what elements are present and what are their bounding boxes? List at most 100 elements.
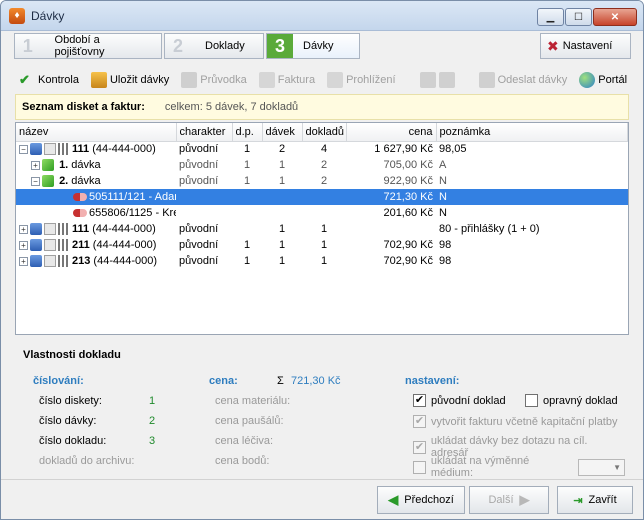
table-row[interactable]: +213 (44-444-000) původní 1 1 1 702,90 K…	[16, 253, 628, 269]
dp-cell: 1	[243, 239, 251, 251]
batch-grid[interactable]: název charakter d.p. dávek dokladů cena …	[15, 122, 629, 335]
expand-icon[interactable]: +	[19, 256, 28, 266]
send-icon	[478, 72, 495, 88]
flat-price-label: cena paušálů:	[215, 415, 284, 427]
poznamka-cell: 80 - přihlášky (1 + 0)	[439, 223, 540, 235]
step-davky[interactable]: 3 Dávky	[266, 33, 360, 59]
portal-label: Portál	[598, 74, 628, 86]
portal-button[interactable]: Portál	[579, 72, 627, 88]
document-number-label: číslo dokladu:	[39, 435, 107, 447]
cena-cell: 702,90 Kč	[383, 255, 433, 267]
cena-cell: 721,30 Kč	[346, 189, 436, 205]
disk-icon	[30, 223, 42, 236]
batch-number-label: číslo dávky:	[39, 415, 97, 427]
grid-header: název charakter d.p. dávek dokladů cena …	[16, 123, 628, 142]
tools-icon: ✖	[547, 37, 559, 54]
poznamka-cell: N	[439, 207, 447, 219]
network-icon	[58, 255, 70, 268]
media-select[interactable]: ▼	[577, 458, 625, 476]
faktura-button[interactable]: Faktura	[258, 72, 315, 88]
archive-count-label: dokladů do archivu:	[39, 455, 135, 467]
cena-cell: 922,90 Kč	[383, 175, 433, 187]
chevron-down-icon: ▼	[613, 462, 621, 472]
step-number: 1	[22, 35, 33, 56]
table-row[interactable]: +111 (44-444-000) původní 1 1 80 - přihl…	[16, 221, 628, 237]
col-dp[interactable]: d.p.	[232, 123, 263, 142]
kontrola-label: Kontrola	[38, 74, 79, 86]
expand-icon[interactable]: +	[19, 240, 28, 250]
poznamka-cell: 98	[439, 239, 452, 251]
table-row[interactable]: − 111 (44-444-000) původní 1 2 4 1 627,90…	[16, 141, 628, 157]
properties-title: Vlastnosti dokladu	[23, 349, 121, 361]
settings-button[interactable]: ✖ Nastavení	[540, 33, 631, 59]
table-row[interactable]: + 1. dávka původní 1 1 2 705,00 Kč A	[16, 157, 628, 173]
poznamka-cell: 98	[439, 255, 452, 267]
price-heading: cena:	[209, 375, 238, 387]
charakter-cell	[176, 205, 232, 221]
dokladu-cell: 2	[320, 159, 328, 171]
checkmark-icon: ✔	[413, 440, 426, 454]
expand-icon[interactable]: +	[19, 224, 28, 234]
expand-icon[interactable]: +	[31, 160, 40, 170]
name-cell: +213 (44-444-000)	[16, 253, 176, 269]
arrow-left-icon: ◀	[388, 492, 399, 507]
close-dialog-button[interactable]: ⇥ Zavřít	[557, 486, 633, 514]
points-price-label: cena bodů:	[215, 455, 270, 467]
pruvodka-button[interactable]: Průvodka	[181, 72, 247, 88]
odeslat-button[interactable]: Odeslat dávky	[478, 72, 567, 88]
kontrola-button[interactable]: ✔ Kontrola	[19, 72, 79, 88]
next-button[interactable]: Další ▶	[469, 486, 549, 514]
step-doklady[interactable]: 2 Doklady	[164, 33, 264, 59]
close-icon: ✕	[610, 11, 620, 23]
correction-document-checkbox[interactable]: opravný doklad	[525, 394, 618, 407]
col-cena[interactable]: cena	[346, 123, 437, 142]
batch-number-value: 2	[149, 415, 156, 427]
step-label: Dávky	[303, 40, 334, 52]
col-nazev[interactable]: název	[16, 123, 177, 142]
step-number: 3	[267, 34, 293, 58]
dp-cell: 1	[243, 175, 251, 187]
correction-document-label: opravný doklad	[543, 394, 618, 407]
collapse-icon[interactable]: −	[31, 176, 40, 186]
dokladu-cell: 4	[320, 143, 328, 156]
previous-button[interactable]: ◀ Předchozí	[377, 486, 465, 514]
maximize-button[interactable]: ☐	[565, 8, 592, 26]
name-cell: +111 (44-444-000)	[16, 221, 176, 237]
col-davek[interactable]: dávek	[262, 123, 303, 142]
document-number-value: 3	[149, 435, 156, 447]
original-document-checkbox[interactable]: ✔ původní doklad	[413, 394, 506, 407]
table-row[interactable]: − 2. dávka původní 1 1 2 922,90 Kč N	[16, 173, 628, 189]
dp-cell	[232, 221, 262, 237]
document-properties: Vlastnosti dokladu číslování: číslo disk…	[23, 349, 625, 479]
create-invoice-checkbox[interactable]: ✔ vytvořit fakturu včetně kapitační plat…	[413, 415, 617, 428]
minimize-button[interactable]: ▁	[537, 8, 564, 26]
davek-cell: 1	[278, 175, 286, 187]
close-button[interactable]: ✕	[593, 8, 637, 26]
davek-cell: 2	[278, 143, 286, 156]
prohlizeni-button[interactable]: Prohlížení	[327, 72, 396, 88]
table-row[interactable]: 505111/121 - Adamcová Jana, Mgr. 721,30 …	[16, 189, 628, 205]
pruvodka-label: Průvodka	[200, 74, 247, 86]
col-charakter[interactable]: charakter	[176, 123, 233, 142]
table-row[interactable]: +211 (44-444-000) původní 1 1 1 702,90 K…	[16, 237, 628, 253]
col-poznamka[interactable]: poznámka	[436, 123, 628, 142]
ulozit-button[interactable]: Uložit dávky	[90, 72, 170, 88]
ulozit-label: Uložit dávky	[109, 74, 170, 86]
table-row[interactable]: 655806/1125 - Kremplová Pavlína 201,60 K…	[16, 205, 628, 221]
name-cell: 655806/1125 - Kremplová Pavlína	[16, 205, 176, 221]
maximize-icon: ☐	[574, 11, 583, 23]
pill-icon	[73, 209, 87, 218]
row-name: 655806/1125 - Kremplová Pavlína	[89, 207, 176, 219]
row-number: 1.	[59, 158, 69, 171]
step-obdobi[interactable]: 1 Období a pojišťovny	[14, 33, 162, 59]
window: ♦ Dávky ▁ ☐ ✕ 1 Období a pojišťovny 2 Do…	[0, 0, 644, 520]
banner-info: celkem: 5 dávek, 7 dokladů	[164, 101, 299, 113]
copy-button[interactable]	[419, 72, 455, 88]
col-dokladu[interactable]: dokladů	[302, 123, 347, 142]
poznamka-cell: A	[439, 159, 447, 171]
sigma-icon: Σ	[277, 375, 284, 387]
row-name: (44-444-000)	[90, 254, 158, 267]
row-number: 2.	[59, 174, 69, 187]
removable-media-checkbox[interactable]: ukládat na výměnné médium: ▼	[413, 455, 625, 479]
collapse-icon[interactable]: −	[19, 145, 28, 155]
